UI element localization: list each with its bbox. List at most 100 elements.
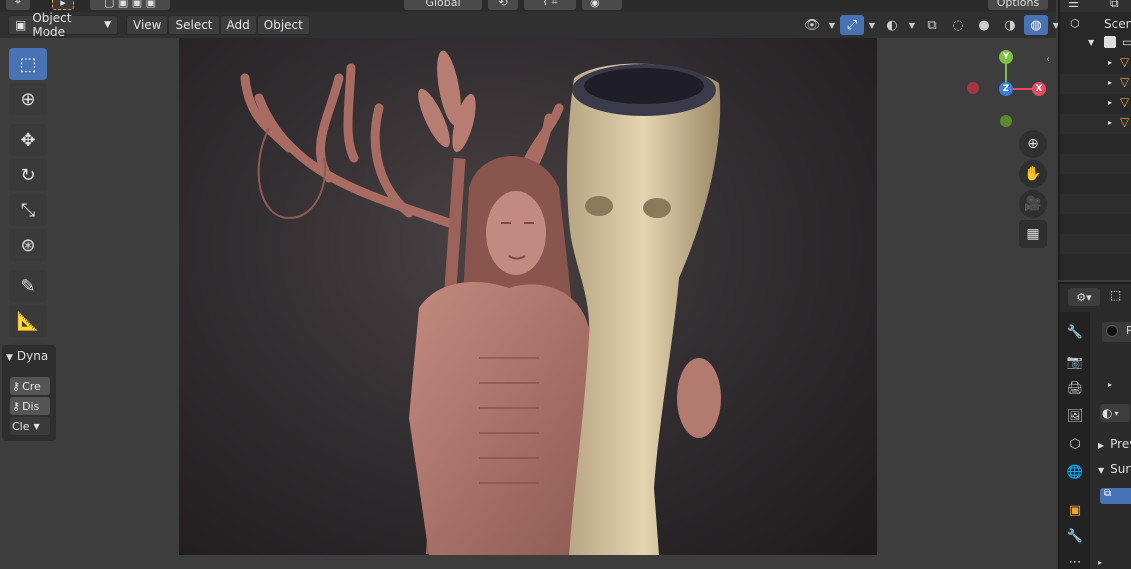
operator-panel-title: Dyna <box>16 349 49 363</box>
chevron-down-icon: ▼ <box>1098 466 1105 475</box>
navigation-gizmo[interactable]: Y Z X <box>958 48 1054 144</box>
annotate-icon: ✎ <box>20 275 36 297</box>
transform-tool[interactable]: ⊛ <box>9 229 47 261</box>
chevron-down-icon[interactable]: ▼ <box>866 15 878 35</box>
left-toolbar: ⬚ ⊕ ✥ ↻ ⤡ ⊛ ✎ 📐 <box>6 48 50 340</box>
outliner-object-row[interactable]: ▸ ▽ <box>1060 94 1131 114</box>
properties-panel: ⚙▾ ⬚ 🔧 📷 🖨 🖼 ⬡ 🌐 ▣ 🔧 ⋯ P ▸ ◐▾ ▶ Prev ▼ Sur… <box>1058 282 1131 569</box>
material-shading-icon[interactable]: ◑ <box>998 15 1022 35</box>
world-tab-icon[interactable]: 🌐 <box>1063 460 1087 484</box>
chevron-down-icon[interactable]: ▼ <box>826 15 838 35</box>
scale-tool[interactable]: ⤡ <box>9 194 47 226</box>
dynamic-dissolve-button[interactable]: ⚷ Dis <box>10 397 50 415</box>
selection-mode-buttons[interactable]: ▢ ▣ ▣ ▣ <box>90 0 170 10</box>
chevron-down-icon: ▼ <box>1088 38 1095 47</box>
editor-type-icon[interactable]: ☰ <box>1068 0 1079 10</box>
clear-dropdown[interactable]: Cle ▼ <box>10 417 50 435</box>
object-icon: ▽ <box>1120 115 1130 129</box>
scene-icon: ⬡ <box>1070 17 1080 30</box>
view-layer-tab-icon[interactable]: 🖼 <box>1063 404 1087 428</box>
outliner-header: ☰ ⧉ <box>1060 0 1131 12</box>
solid-shading-icon[interactable]: ● <box>972 15 996 35</box>
outliner-scene-row[interactable]: ⬡ Scene <box>1060 14 1131 34</box>
gizmo-neg-x-axis[interactable] <box>967 82 979 94</box>
select-box-icon: ⬚ <box>19 53 37 75</box>
sidebar-toggle-icon[interactable]: ‹ <box>1046 54 1056 68</box>
create-label: Cre <box>22 379 41 393</box>
dissolve-label: Dis <box>22 399 40 413</box>
gizmo-neg-y-axis[interactable] <box>1000 115 1012 127</box>
rotate-icon: ↻ <box>20 164 36 186</box>
gizmo-z-axis[interactable]: Z <box>999 82 1013 96</box>
pivot-point-icon[interactable]: ⟲ <box>488 0 518 10</box>
options-dropdown[interactable]: Options <box>988 0 1048 10</box>
chevron-right-icon[interactable]: ▸ <box>1108 380 1112 389</box>
chevron-right-icon[interactable]: ▸ <box>1098 558 1102 567</box>
outliner-collection-row[interactable]: ▼ ▭ <box>1060 34 1131 54</box>
gizmo-toggle-icon[interactable]: ⤢ <box>840 15 864 35</box>
object-mode-dropdown[interactable]: ▣ Object Mode ▼ <box>8 11 118 39</box>
rotate-tool[interactable]: ↻ <box>9 159 47 191</box>
outliner-panel: ☰ ⧉ ⬡ Scene ▼ ▭ ▸ ▽ ▸ ▽ ▸ ▽ ▸ ▽ <box>1058 0 1131 280</box>
zoom-icon[interactable]: ⊕ <box>1019 130 1047 158</box>
chevron-down-icon[interactable]: ▼ <box>906 15 918 35</box>
collection-icon: ▭ <box>1122 35 1131 49</box>
transform-orientation-dropdown[interactable]: Global <box>404 0 482 10</box>
rendered-shading-icon[interactable]: ◍ <box>1024 15 1048 35</box>
filter-icon[interactable]: ⧉ <box>1110 0 1119 11</box>
material-slot[interactable]: P <box>1102 322 1131 342</box>
render-tab-icon[interactable]: 📷 <box>1063 350 1087 374</box>
transform-orientation-icon[interactable]: ⌖ <box>6 0 30 10</box>
outliner-object-row[interactable]: ▸ ▽ <box>1060 74 1131 94</box>
overlay-icon[interactable]: ◐ <box>880 15 904 35</box>
object-mode-icon: ▣ <box>15 18 27 32</box>
snap-icon[interactable]: ⌇ ⌗ <box>524 0 576 10</box>
chevron-right-icon: ▸ <box>1108 58 1113 67</box>
measure-tool[interactable]: 📐 <box>9 305 47 337</box>
menu-add[interactable]: Add <box>219 15 257 35</box>
measure-icon: 📐 <box>16 310 40 332</box>
object-tab-icon[interactable]: ▣ <box>1063 498 1087 522</box>
use-nodes-button[interactable]: ⧉ <box>1100 488 1131 504</box>
scene-tab-icon[interactable]: ⬡ <box>1063 432 1087 456</box>
top-toolbar-strip: ⌖ ▸ ▢ ▣ ▣ ▣ Global ⟲ ⌇ ⌗ ◉ ⌒ Options <box>0 0 1056 12</box>
modifier-tab-icon[interactable]: 🔧 <box>1063 524 1087 548</box>
object-mode-label: Object Mode <box>32 11 72 39</box>
dynamic-create-button[interactable]: ⚷ Cre <box>10 377 50 395</box>
wireframe-shading-icon[interactable]: ◌ <box>946 15 970 35</box>
editor-type-dropdown[interactable]: ⚙▾ <box>1068 288 1100 306</box>
menu-object[interactable]: Object <box>256 15 310 35</box>
gizmo-x-axis[interactable]: X <box>1032 82 1046 96</box>
object-icon: ▽ <box>1120 75 1130 89</box>
preview-panel-header[interactable]: ▶ Prev <box>1098 437 1131 451</box>
select-mode-icon[interactable]: ▸ <box>52 0 74 10</box>
xray-icon[interactable]: ⧉ <box>920 15 944 35</box>
surface-panel-header[interactable]: ▼ Surf <box>1098 462 1131 476</box>
last-operator-panel: ▼ Dyna ⚷ Cre ⚷ Dis Cle ▼ <box>2 345 56 441</box>
operator-panel-header[interactable]: ▼ Dyna <box>6 349 48 363</box>
select-box-tool[interactable]: ⬚ <box>9 48 47 80</box>
3d-viewport[interactable]: ⬚ ⊕ ✥ ↻ ⤡ ⊛ ✎ 📐 ▼Dyna ⚷Cre ⚷Dis Cle▼ <box>0 38 1056 569</box>
cursor-tool[interactable]: ⊕ <box>9 83 47 115</box>
outliner-object-row[interactable]: ▸ ▽ <box>1060 114 1131 134</box>
pan-hand-icon[interactable]: ✋ <box>1019 160 1047 188</box>
move-tool[interactable]: ✥ <box>9 124 47 156</box>
checkbox-icon[interactable] <box>1104 36 1116 48</box>
visibility-icon[interactable]: 👁 <box>800 15 824 35</box>
outliner-object-row[interactable]: ▸ ▽ <box>1060 54 1131 74</box>
output-tab-icon[interactable]: 🖨 <box>1063 376 1087 400</box>
menu-view[interactable]: View <box>126 15 169 35</box>
tool-tab-icon[interactable]: 🔧 <box>1063 320 1087 344</box>
ortho-grid-icon[interactable]: ▦ <box>1019 220 1047 248</box>
menu-select[interactable]: Select <box>168 15 220 35</box>
proportional-edit-icon[interactable]: ◉ ⌒ <box>582 0 622 10</box>
material-browse-dropdown[interactable]: ◐ ▾ <box>1100 404 1130 422</box>
sculpture-and-stick-illustration <box>240 50 721 555</box>
camera-view-icon[interactable]: 🎥 <box>1019 190 1047 218</box>
particles-tab-icon[interactable]: ⋯ <box>1063 550 1087 569</box>
maximize-icon[interactable]: ⬚ <box>1110 288 1128 306</box>
gizmo-y-axis[interactable]: Y <box>999 50 1013 64</box>
object-icon: ▽ <box>1120 55 1130 69</box>
annotate-tool[interactable]: ✎ <box>9 270 47 302</box>
chevron-right-icon: ▶ <box>1098 441 1105 450</box>
